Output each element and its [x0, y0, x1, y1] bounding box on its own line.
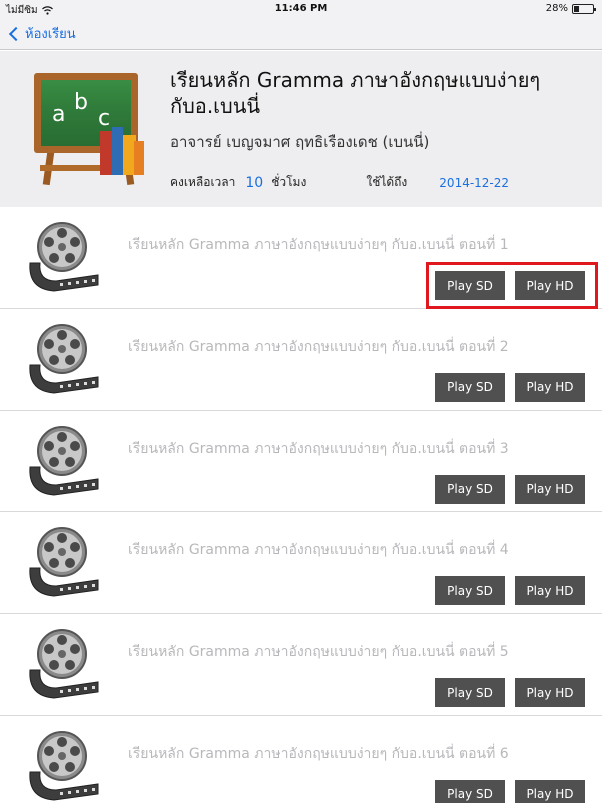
hours-unit: ชั่วโมง: [271, 175, 307, 189]
episode-title: เรียนหลัก Gramma ภาษาอังกฤษแบบง่ายๆ กับอ…: [128, 440, 509, 457]
back-button-label: ห้องเรียน: [25, 27, 76, 42]
valid-until-label: ใช้ได้ถึง: [366, 175, 408, 189]
film-reel-icon: [29, 527, 99, 597]
episode-title: เรียนหลัก Gramma ภาษาอังกฤษแบบง่ายๆ กับอ…: [128, 338, 509, 355]
play-sd-button[interactable]: Play SD: [435, 678, 505, 708]
play-hd-button[interactable]: Play HD: [515, 779, 585, 803]
episode-title: เรียนหลัก Gramma ภาษาอังกฤษแบบง่ายๆ กับอ…: [128, 542, 509, 559]
episode-row: เรียนหลัก Gramma ภาษาอังกฤษแบบง่ายๆ กับอ…: [0, 614, 602, 716]
episode-row: เรียนหลัก Gramma ภาษาอังกฤษแบบง่ายๆ กับอ…: [0, 207, 602, 309]
play-sd-button[interactable]: Play SD: [435, 271, 505, 300]
play-hd-button[interactable]: Play HD: [515, 576, 585, 606]
play-hd-button[interactable]: Play HD: [515, 474, 585, 504]
course-title-line1: เรียนหลัก Gramma ภาษาอังกฤษแบบง่ายๆ: [170, 68, 541, 92]
course-header: a b c เรียนหลัก Gramma ภาษาอังกฤษแบบง่าย…: [0, 51, 602, 207]
episode-list: เรียนหลัก Gramma ภาษาอังกฤษแบบง่ายๆ กับอ…: [0, 207, 602, 803]
film-reel-icon: [29, 323, 99, 394]
remaining-hours: 10: [245, 174, 264, 191]
back-button[interactable]: ห้องเรียน: [8, 23, 76, 44]
episode-row: เรียนหลัก Gramma ภาษาอังกฤษแบบง่ายๆ กับอ…: [0, 410, 602, 513]
play-sd-button[interactable]: Play SD: [435, 576, 505, 606]
play-sd-button[interactable]: Play SD: [435, 779, 505, 803]
play-hd-button[interactable]: Play HD: [515, 678, 585, 708]
battery-percent: 28%: [545, 3, 568, 14]
course-title: เรียนหลัก Gramma ภาษาอังกฤษแบบง่ายๆ กับอ…: [170, 67, 590, 119]
status-time: 11:46 PM: [274, 3, 328, 14]
chevron-left-icon: [8, 26, 24, 41]
play-hd-button[interactable]: Play HD: [515, 372, 585, 402]
course-title-line2: กับอ.เบนนี่: [170, 94, 261, 118]
battery-icon: [572, 3, 596, 14]
episode-row: เรียนหลัก Gramma ภาษาอังกฤษแบบง่ายๆ กับอ…: [0, 715, 602, 803]
play-sd-button[interactable]: Play SD: [435, 474, 505, 504]
remaining-label: คงเหลือเวลา: [170, 175, 236, 189]
svg-text:b: b: [74, 90, 88, 115]
svg-text:c: c: [98, 106, 110, 131]
teacher-name: อาจารย์ เบญจมาศ ฤทธิเรืองเดช (เบนนี่): [170, 133, 430, 151]
episode-row: เรียนหลัก Gramma ภาษาอังกฤษแบบง่ายๆ กับอ…: [0, 308, 602, 411]
status-bar: ไม่มีซิม 11:46 PM 28%: [0, 0, 602, 18]
film-reel-icon: [29, 730, 99, 801]
play-sd-button[interactable]: Play SD: [435, 372, 505, 402]
battery-group: 28%: [545, 3, 596, 14]
play-hd-button[interactable]: Play HD: [515, 271, 585, 300]
chalkboard-icon: a b c: [34, 73, 144, 186]
valid-until-date: 2014-12-22: [439, 175, 510, 190]
svg-text:a: a: [52, 102, 65, 127]
film-reel-icon: [29, 222, 99, 292]
episode-title: เรียนหลัก Gramma ภาษาอังกฤษแบบง่ายๆ กับอ…: [128, 237, 509, 253]
film-reel-icon: [29, 425, 99, 496]
episode-title: เรียนหลัก Gramma ภาษาอังกฤษแบบง่ายๆ กับอ…: [128, 644, 509, 661]
nav-bar: ห้องเรียน: [0, 18, 602, 50]
film-reel-icon: [29, 629, 99, 699]
episode-title: เรียนหลัก Gramma ภาษาอังกฤษแบบง่ายๆ กับอ…: [128, 745, 509, 762]
episode-row: เรียนหลัก Gramma ภาษาอังกฤษแบบง่ายๆ กับอ…: [0, 512, 602, 615]
course-meta: คงเหลือเวลา 10 ชั่วโมง ใช้ได้ถึง 2014-12…: [170, 173, 509, 192]
